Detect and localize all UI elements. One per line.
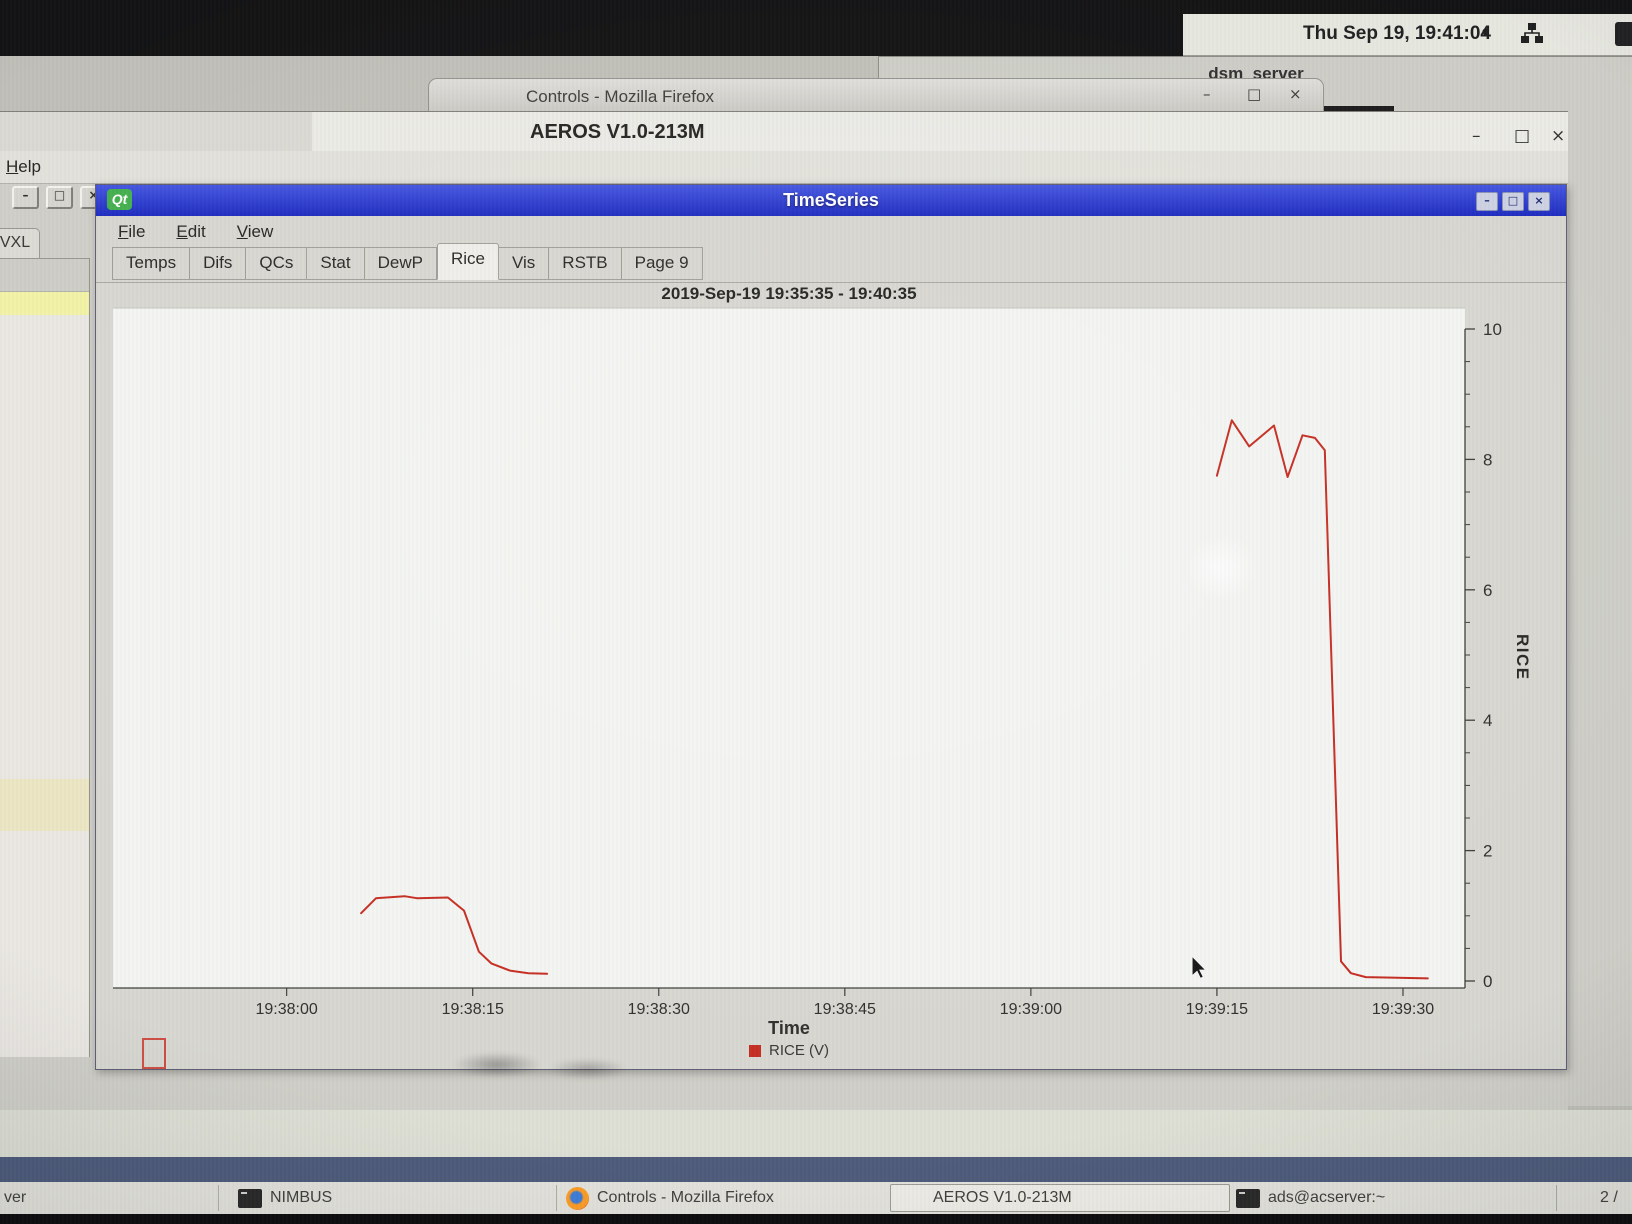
tabrow-divider: [96, 282, 1566, 283]
tab-stat[interactable]: Stat: [307, 247, 364, 280]
svg-text:10: 10: [1483, 320, 1502, 339]
taskbar-item-2-[interactable]: 2 /: [1600, 1182, 1618, 1214]
vxl-maximize-button[interactable]: □: [46, 186, 73, 209]
firefox-title: Controls - Mozilla Firefox: [526, 87, 714, 107]
desktop-top-panel: Thu Sep 19, 19:41:04 ●: [1183, 14, 1632, 56]
timeseries-menubar: File Edit View: [96, 216, 1566, 246]
menu-item-file[interactable]: File: [118, 222, 145, 242]
vxl-window-controls: – □ ×: [12, 186, 107, 209]
firefox-close-button[interactable]: ×: [1289, 85, 1302, 103]
taskbar-item-label: 2 /: [1600, 1189, 1618, 1207]
menu-item-help[interactable]: Help: [6, 157, 41, 177]
taskbar-item-label: ver: [4, 1189, 26, 1207]
svg-text:8: 8: [1483, 450, 1492, 469]
tab-rice[interactable]: Rice: [437, 243, 499, 280]
taskbar-divider: [1556, 1185, 1557, 1211]
firefox-maximize-button[interactable]: □: [1247, 85, 1261, 103]
svg-text:4: 4: [1483, 711, 1492, 730]
svg-text:2: 2: [1483, 842, 1492, 861]
terminal-icon: [238, 1189, 262, 1208]
svg-text:19:38:15: 19:38:15: [442, 1001, 504, 1018]
taskbar-item-ver[interactable]: ver: [4, 1182, 26, 1214]
aeros-titlebar[interactable]: AEROS V1.0-213M – □ ×: [0, 112, 1568, 151]
tab-dewp[interactable]: DewP: [365, 247, 437, 280]
taskbar-item-label: AEROS V1.0-213M: [933, 1189, 1072, 1207]
aeros-close-button[interactable]: ×: [1551, 126, 1565, 146]
tab-difs[interactable]: Difs: [190, 247, 246, 280]
taskbar-item-label: Controls - Mozilla Firefox: [597, 1189, 774, 1207]
tab-rstb[interactable]: RSTB: [549, 247, 621, 280]
taskbar-item-ads-acserver-[interactable]: ads@acserver:~: [1236, 1182, 1385, 1214]
svg-text:19:38:30: 19:38:30: [628, 1001, 690, 1018]
vxl-minimize-button[interactable]: –: [12, 186, 39, 209]
vxl-side-panel: [0, 258, 90, 1057]
terminal-icon: [1236, 1189, 1260, 1208]
svg-text:6: 6: [1483, 581, 1492, 600]
svg-text:19:38:45: 19:38:45: [814, 1001, 876, 1018]
vxl-highlighted-row-2[interactable]: [0, 779, 89, 831]
menu-item-edit[interactable]: Edit: [176, 222, 205, 242]
navy-separator-band: [0, 1157, 1632, 1182]
aeros-menubar: Help: [0, 151, 1568, 184]
legend-empty-box[interactable]: [142, 1038, 166, 1069]
taskbar-item-nimbus[interactable]: NIMBUS: [238, 1182, 332, 1214]
panel-partial-icon[interactable]: [1615, 22, 1632, 46]
taskbar: ver NIMBUS Controls - Mozilla Firefox AEROS…: [0, 1182, 1632, 1214]
taskbar-item-controls-mozilla-firefox[interactable]: Controls - Mozilla Firefox: [566, 1182, 774, 1214]
menu-item-view[interactable]: View: [237, 222, 274, 242]
window-firefox-titlebar[interactable]: Controls - Mozilla Firefox – □ ×: [428, 78, 1324, 115]
clock: Thu Sep 19, 19:41:04: [1303, 23, 1491, 45]
tab-page-9[interactable]: Page 9: [622, 247, 703, 280]
aeros-maximize-button[interactable]: □: [1514, 126, 1530, 146]
clock-indicator-dot: ●: [1481, 23, 1490, 40]
chart-legend: RICE (V): [113, 1042, 1465, 1059]
tab-bar: TempsDifsQCsStatDewPRiceVisRSTBPage 9: [112, 247, 703, 282]
vxl-highlighted-row[interactable]: [0, 292, 89, 315]
firefox-icon: [566, 1187, 589, 1210]
chart-title: 2019-Sep-19 19:35:35 - 19:40:35: [113, 284, 1465, 304]
svg-text:RICE: RICE: [1513, 634, 1532, 681]
legend-swatch-rice: [749, 1045, 761, 1057]
aeros-title: AEROS V1.0-213M: [530, 121, 705, 144]
x-axis-label: Time: [113, 1018, 1465, 1039]
legend-label-rice[interactable]: RICE (V): [769, 1042, 829, 1059]
svg-text:19:39:15: 19:39:15: [1186, 1001, 1248, 1018]
taskbar-item-label: ads@acserver:~: [1268, 1189, 1385, 1207]
taskbar-item-aeros-v1-0-213m[interactable]: AEROS V1.0-213M: [890, 1184, 1230, 1212]
timeseries-plot: 0 2 4 6 8 10 RICE 19:38:00 19:38:15 19:38:30 19:38…: [113, 306, 1593, 1046]
network-workgroup-icon[interactable]: [1521, 22, 1543, 51]
timeseries-title: TimeSeries: [96, 190, 1566, 211]
aeros-minimize-button[interactable]: –: [1472, 126, 1481, 146]
timeseries-minimize-button[interactable]: –: [1476, 192, 1498, 211]
tab-vis[interactable]: Vis: [499, 247, 549, 280]
tab-qcs[interactable]: QCs: [246, 247, 307, 280]
taskbar-divider: [556, 1185, 557, 1211]
svg-text:0: 0: [1483, 972, 1492, 991]
svg-text:19:39:30: 19:39:30: [1372, 1001, 1434, 1018]
svg-text:19:38:00: 19:38:00: [256, 1001, 318, 1018]
vxl-panel-header: [0, 259, 89, 292]
timeseries-close-button[interactable]: ×: [1528, 192, 1550, 211]
monitor-bezel-bottom: [0, 1214, 1632, 1224]
svg-text:19:39:00: 19:39:00: [1000, 1001, 1062, 1018]
desktop-lower-band: [0, 1110, 1632, 1157]
taskbar-divider: [218, 1185, 219, 1211]
timeseries-maximize-button[interactable]: □: [1502, 192, 1524, 211]
aeros-titlebar-shaded-area: [0, 112, 312, 151]
taskbar-item-label: NIMBUS: [270, 1189, 332, 1207]
firefox-minimize-button[interactable]: –: [1203, 85, 1211, 103]
tab-temps[interactable]: Temps: [112, 247, 190, 280]
mouse-cursor: [1191, 956, 1211, 982]
timeseries-titlebar[interactable]: Qt TimeSeries – □ ×: [96, 185, 1566, 216]
